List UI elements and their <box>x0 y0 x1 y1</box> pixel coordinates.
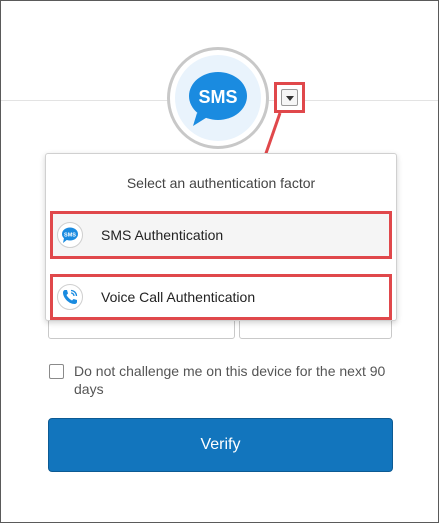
option-sms-authentication[interactable]: SMS SMS Authentication <box>50 211 392 259</box>
remember-device-label[interactable]: Do not challenge me on this device for t… <box>74 362 394 398</box>
phone-icon <box>57 284 83 310</box>
sms-icon-text: SMS <box>64 233 76 239</box>
option-label: SMS Authentication <box>101 227 224 243</box>
factor-menu-title: Select an authentication factor <box>126 175 316 191</box>
auth-frame: SMS Select an authentication factor SMS … <box>0 0 439 523</box>
factor-menu: Select an authentication factor SMS SMS … <box>45 153 397 321</box>
factor-dropdown-button[interactable] <box>281 89 298 106</box>
chevron-down-icon <box>286 96 294 101</box>
sms-logo-icon: SMS <box>175 55 261 141</box>
factor-logo: SMS <box>167 47 269 149</box>
logo-text: SMS <box>198 87 237 107</box>
verify-button[interactable]: Verify <box>48 418 393 472</box>
sms-icon: SMS <box>57 222 83 248</box>
remember-device-checkbox[interactable] <box>49 364 64 379</box>
option-voice-call-authentication[interactable]: Voice Call Authentication <box>50 274 392 320</box>
option-label: Voice Call Authentication <box>101 289 256 305</box>
